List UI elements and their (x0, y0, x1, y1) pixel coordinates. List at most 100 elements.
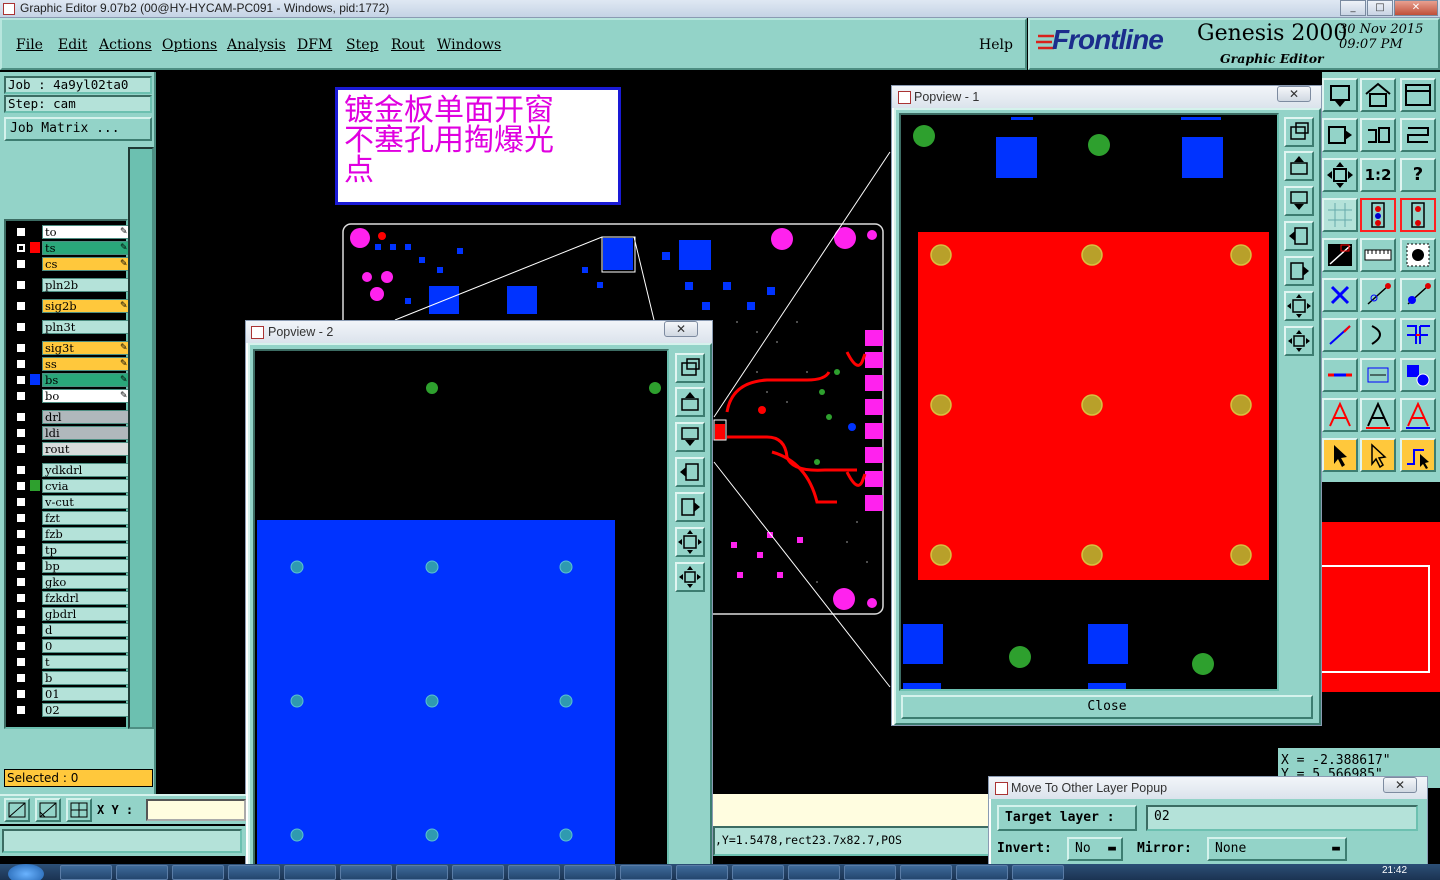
select-arrow-2-icon[interactable] (1360, 438, 1396, 472)
layer-row-bo[interactable]: bo ✎ (13, 388, 130, 403)
pv2-zoom-home-icon[interactable] (675, 353, 705, 383)
popview-2-canvas[interactable] (253, 349, 669, 880)
pv1-center-icon[interactable] (1284, 326, 1314, 356)
layer-list-scrollbar[interactable] (128, 147, 154, 729)
text-a-icon[interactable] (1360, 398, 1396, 432)
layer-checkbox[interactable] (15, 225, 27, 238)
dot-select-icon[interactable] (1400, 238, 1436, 272)
taskbar-app-button[interactable] (900, 865, 952, 880)
menu-analysis[interactable]: Analysis (227, 37, 286, 53)
taskbar-app-button[interactable] (228, 865, 280, 880)
layer-name[interactable]: pln2b (42, 277, 130, 292)
layer-name[interactable]: ldi (42, 425, 130, 440)
layer-name[interactable]: cvia (42, 478, 130, 493)
layer-checkbox[interactable] (15, 320, 27, 333)
layer-checkbox[interactable] (15, 341, 27, 354)
layer-row-02[interactable]: 02 (13, 702, 130, 717)
pv2-center-icon[interactable] (675, 562, 705, 592)
layer-name[interactable]: fzt (42, 510, 130, 525)
layer-row-ydkdrl[interactable]: ydkdrl (13, 462, 130, 477)
layer-row-fzt[interactable]: fzt (13, 510, 130, 525)
taskbar-app-button[interactable] (60, 865, 112, 880)
pv1-fit-icon[interactable] (1284, 291, 1314, 321)
layer-checkbox[interactable] (15, 559, 27, 572)
layer-row-t[interactable]: t (13, 654, 130, 669)
taskbar-app-button[interactable] (956, 865, 1008, 880)
layer-name[interactable]: bo (42, 388, 130, 403)
layer-checkbox[interactable] (15, 543, 27, 556)
undo-icon[interactable] (1360, 118, 1396, 152)
pv1-zoom-home-icon[interactable] (1284, 117, 1314, 147)
next-icon[interactable] (1322, 118, 1358, 152)
pv1-pan-left-icon[interactable] (1284, 221, 1314, 251)
window-icon[interactable] (1400, 78, 1436, 112)
layer-checkbox[interactable] (15, 607, 27, 620)
layer-name[interactable]: fzb (42, 526, 130, 541)
layer-checkbox[interactable] (15, 623, 27, 636)
layer-name[interactable]: d (42, 622, 130, 637)
home-icon[interactable] (1360, 78, 1396, 112)
text-a-red-icon[interactable] (1322, 398, 1358, 432)
job-matrix-button[interactable]: Job Matrix ... (4, 117, 152, 141)
taskbar-app-button[interactable] (508, 865, 560, 880)
layer-checkbox[interactable] (15, 463, 27, 476)
split-line-icon[interactable] (1322, 358, 1358, 392)
layer-row-d[interactable]: d (13, 622, 130, 637)
popview-1-close-icon[interactable]: ✕ (1277, 86, 1311, 102)
layer-checkbox[interactable] (15, 357, 27, 370)
layer-row-v-cut[interactable]: v-cut (13, 494, 130, 509)
cross-icon[interactable] (1322, 278, 1358, 312)
line-edit-icon[interactable] (1400, 278, 1436, 312)
menu-windows[interactable]: Windows (437, 37, 501, 53)
text-a-outline-icon[interactable] (1400, 398, 1436, 432)
layer-name[interactable]: fzkdrl (42, 590, 130, 605)
layer-checkbox[interactable] (15, 241, 27, 254)
arc-icon[interactable] (1360, 318, 1396, 352)
menu-options[interactable]: Options (162, 37, 217, 53)
layer-checkbox[interactable] (15, 299, 27, 312)
layer-row-cs[interactable]: cs ✎ (13, 256, 130, 271)
pv1-zoom-out-icon[interactable] (1284, 186, 1314, 216)
layer-row-0[interactable]: 0 (13, 638, 130, 653)
layer-checkbox[interactable] (15, 703, 27, 716)
invert-select[interactable]: No ▬ (1067, 837, 1123, 861)
layer-name[interactable]: sig2b (42, 298, 130, 313)
layer-name[interactable]: drl (42, 409, 130, 424)
layer-checkbox[interactable] (15, 687, 27, 700)
pv1-pan-right-icon[interactable] (1284, 256, 1314, 286)
taskbar-app-button[interactable] (116, 865, 168, 880)
pv2-pan-left-icon[interactable] (675, 457, 705, 487)
layer-checkbox[interactable] (15, 639, 27, 652)
layer-checkbox[interactable] (15, 257, 27, 270)
layer-name[interactable]: 01 (42, 686, 130, 701)
layer-row-rout[interactable]: rout (13, 441, 130, 456)
taskbar-app-button[interactable] (452, 865, 504, 880)
layer-name[interactable]: ts (42, 240, 130, 255)
layer-name[interactable]: to (42, 224, 130, 239)
menu-actions[interactable]: Actions (99, 37, 152, 53)
layer-name[interactable]: 02 (42, 702, 130, 717)
menu-step[interactable]: Step (346, 37, 378, 53)
layer-row-cvia[interactable]: cvia (13, 478, 130, 493)
layer-name[interactable]: sig3t (42, 340, 130, 355)
layer-row-ts[interactable]: ts ✎ (13, 240, 130, 255)
taskbar-app-button[interactable] (676, 865, 728, 880)
taskbar-app-button[interactable] (788, 865, 840, 880)
layer-row-gbdrl[interactable]: gbdrl (13, 606, 130, 621)
layer-row-sig3t[interactable]: sig3t ✎ (13, 340, 130, 355)
start-button-icon[interactable] (8, 864, 44, 880)
layer-row-gko[interactable]: gko (13, 574, 130, 589)
taskbar-app-button[interactable] (396, 865, 448, 880)
layer-name[interactable]: bs (42, 372, 130, 387)
help-icon[interactable]: ? (1400, 158, 1436, 192)
menu-help[interactable]: Help (979, 37, 1013, 53)
layer-checkbox[interactable] (15, 655, 27, 668)
shapes-icon[interactable] (1400, 358, 1436, 392)
layer-checkbox[interactable] (15, 278, 27, 291)
mirror-select[interactable]: None ▬ (1207, 837, 1347, 861)
layer-name[interactable]: v-cut (42, 494, 130, 509)
layer-checkbox[interactable] (15, 495, 27, 508)
layer-name[interactable]: pln3t (42, 319, 130, 334)
layer-row-01[interactable]: 01 (13, 686, 130, 701)
layer-name[interactable]: bp (42, 558, 130, 573)
